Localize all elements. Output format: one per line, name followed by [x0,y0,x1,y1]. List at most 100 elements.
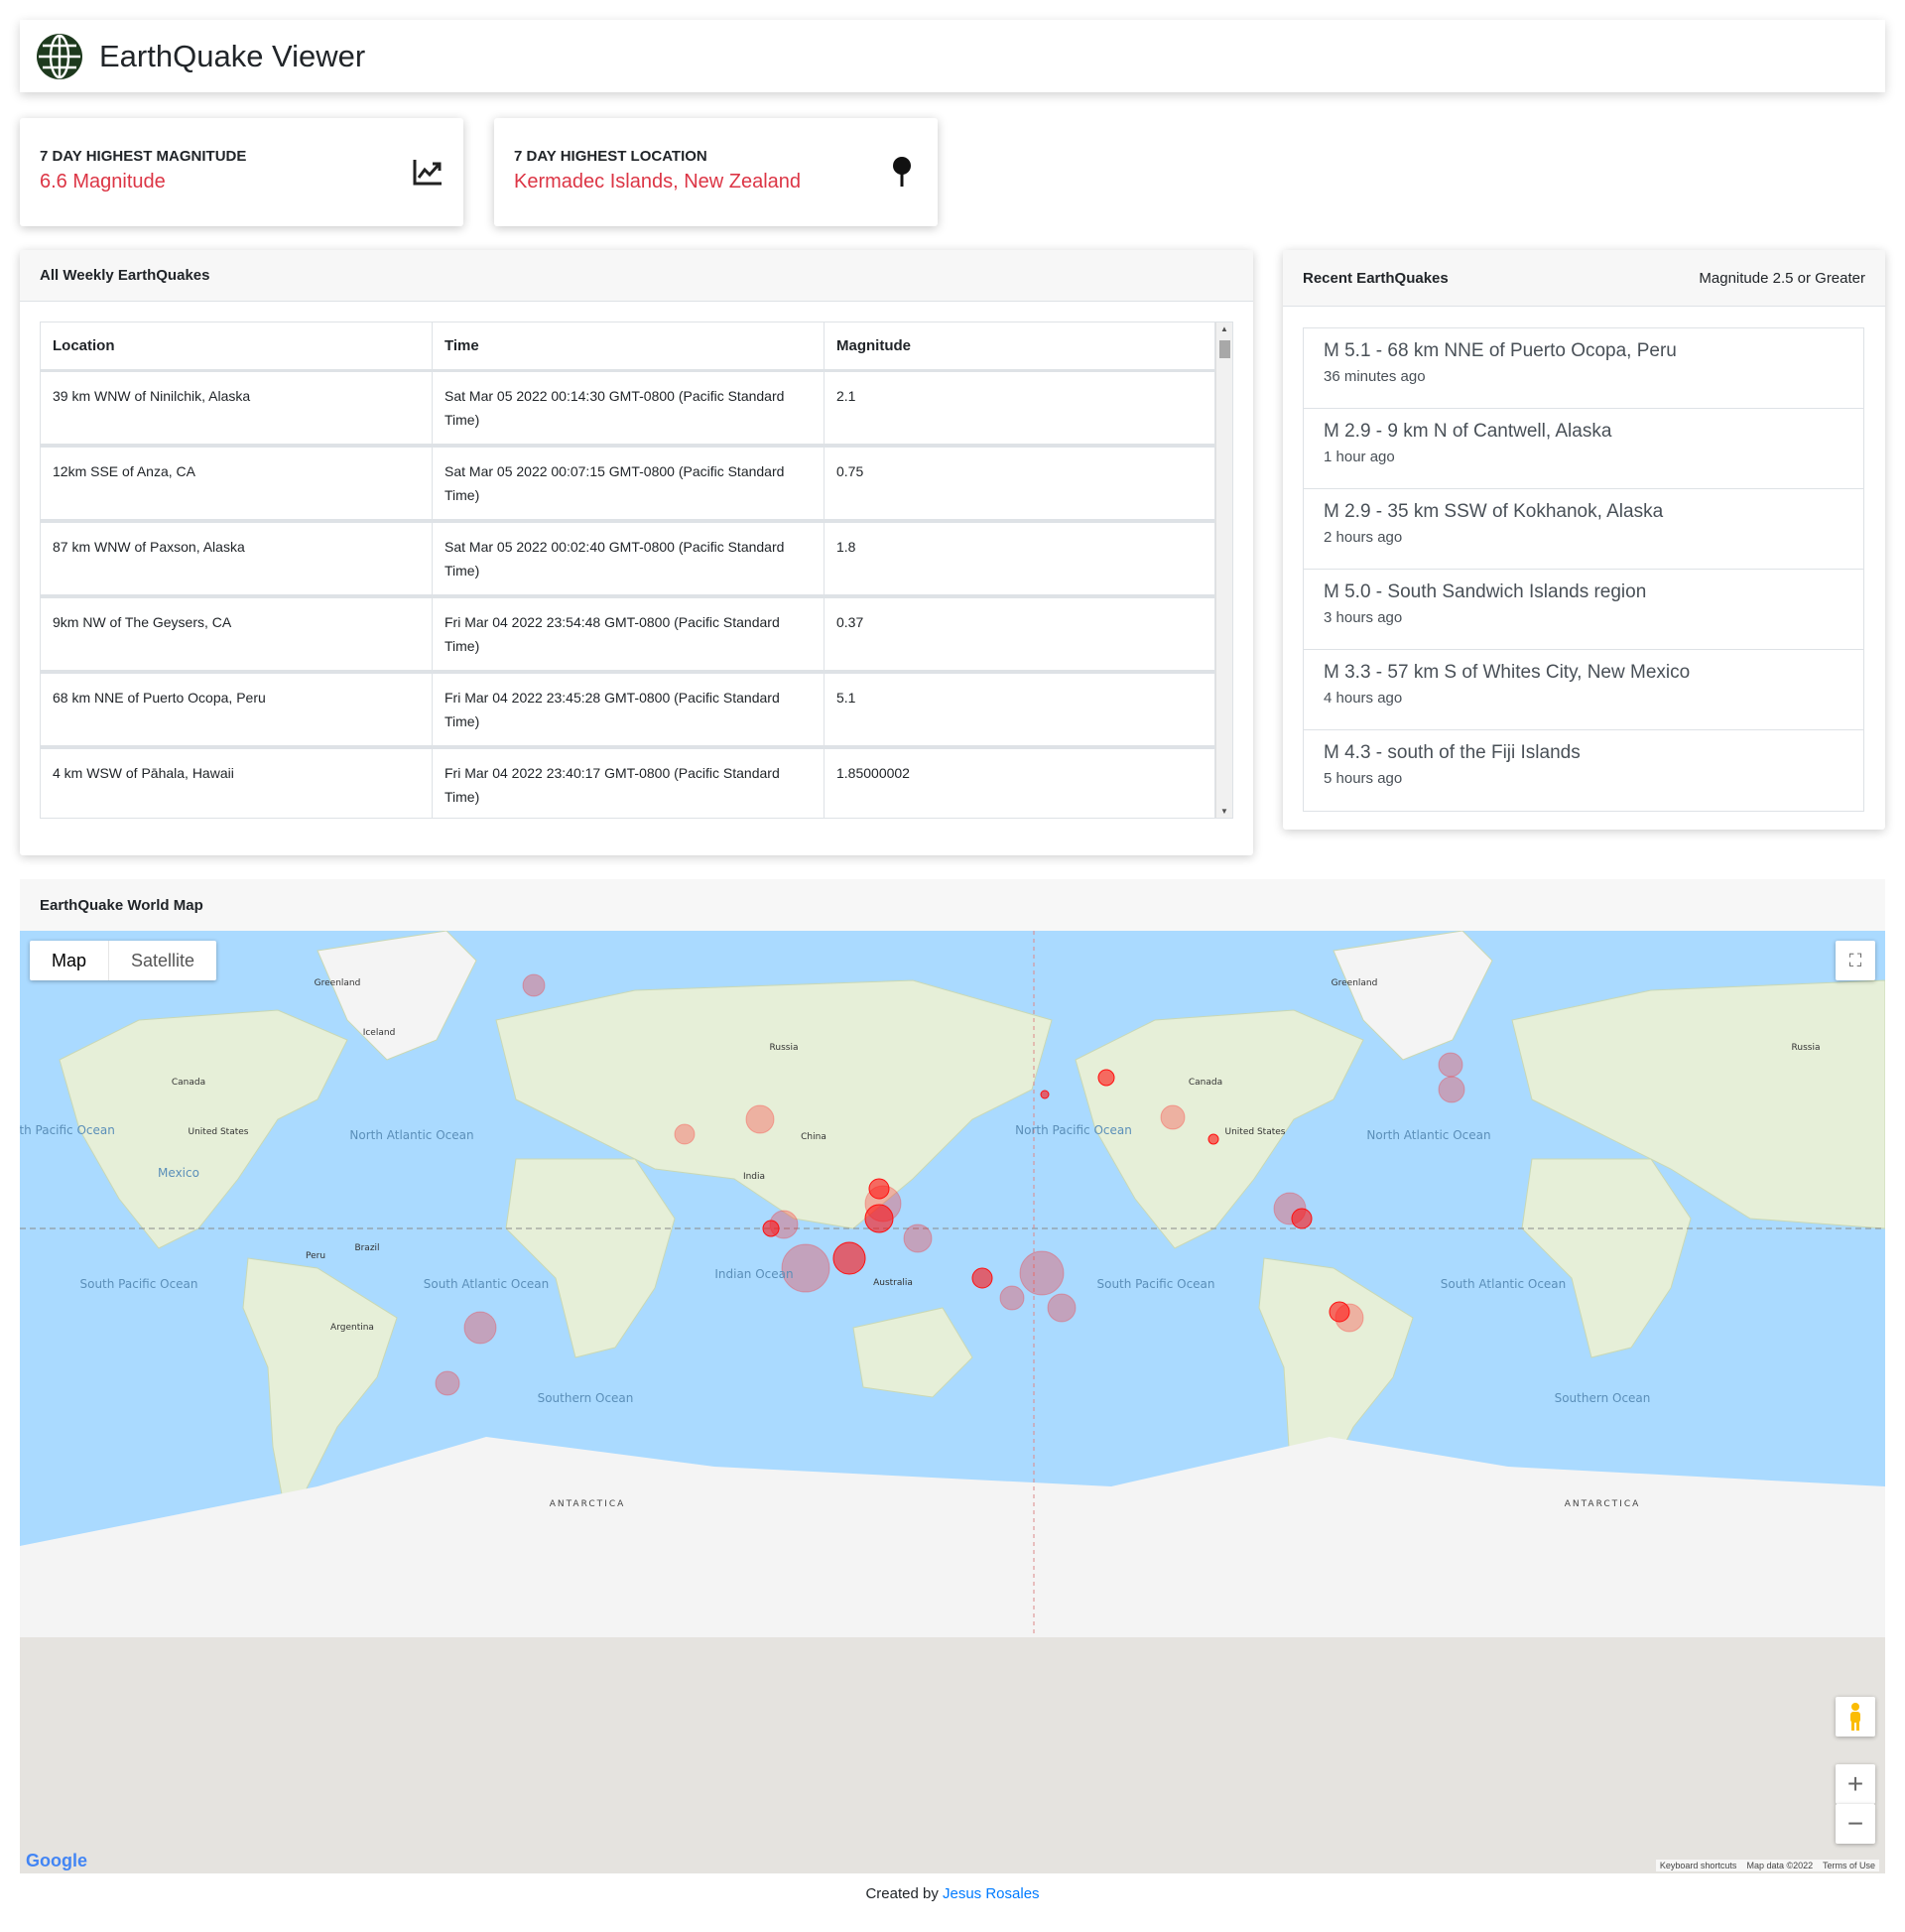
cell-time: Fri Mar 04 2022 23:40:17 GMT-0800 (Pacif… [433,749,825,818]
scroll-up-arrow-icon[interactable]: ▲ [1220,324,1228,333]
land-africa [1521,1158,1692,1358]
author-link[interactable]: Jesus Rosales [943,1885,1040,1902]
list-item[interactable]: M 2.9 - 35 km SSW of Kokhanok, Alaska 2 … [1304,489,1863,570]
card-title: All Weekly EarthQuakes [40,267,210,284]
pegman-figure [1850,1703,1860,1731]
quake-marker [1097,1069,1115,1087]
cell-magnitude: 0.75 [825,448,1215,523]
card-header: Recent EarthQuakes Magnitude 2.5 or Grea… [1283,250,1885,307]
pegman-icon[interactable] [1836,1697,1875,1737]
footer: Created by Jesus Rosales [0,1885,1905,1902]
stat-card-location: 7 DAY HIGHEST LOCATION Kermadec Islands,… [494,118,938,226]
quake-title: M 5.0 - South Sandwich Islands region [1324,581,1647,602]
world-map[interactable]: Greenland Iceland Canada United States Mexic… [20,931,1885,1873]
list-item[interactable]: M 4.3 - south of the Fiji Islands 5 hour… [1304,730,1863,811]
map-type-control: Map Satellite [30,941,217,980]
fullscreen-icon[interactable]: ⛶ [1836,941,1875,980]
map-label-io: Indian Ocean [714,1267,793,1281]
land-australia [852,1307,973,1398]
cell-magnitude: 5.1 [825,674,1215,749]
map-label-spo: South Pacific Ocean [79,1277,197,1291]
weekly-table-scroll[interactable]: Location Time Magnitude 39 km WNW of Nin… [40,322,1233,819]
map-label-sao: South Atlantic Ocean [1441,1277,1567,1291]
scroll-down-arrow-icon[interactable]: ▼ [1220,807,1228,816]
map-type-satellite-button[interactable]: Satellite [109,941,216,980]
recent-quakes-list: M 5.1 - 68 km NNE of Puerto Ocopa, Peru … [1303,327,1864,812]
quake-title: M 4.3 - south of the Fiji Islands [1324,742,1581,763]
cell-location: 87 km WNW of Paxson, Alaska [41,523,433,598]
cell-location: 4 km WSW of Pāhala, Hawaii [41,749,433,818]
stat-label: 7 DAY HIGHEST LOCATION [514,148,707,165]
weekly-quakes-card: All Weekly EarthQuakes Location Time Mag… [20,250,1253,855]
table-header-row: Location Time Magnitude [41,322,1215,372]
list-item[interactable]: M 3.3 - 57 km S of Whites City, New Mexi… [1304,650,1863,730]
list-item[interactable]: M 5.1 - 68 km NNE of Puerto Ocopa, Peru … [1304,328,1863,409]
map-label-mexico: Mexico [158,1166,199,1180]
map-label-antarctica: ANTARCTICA [1565,1499,1641,1509]
table-row: 39 km WNW of Ninilchik, Alaska Sat Mar 0… [41,372,1215,448]
scrollbar-thumb[interactable] [1219,340,1230,358]
map-label-russia: Russia [770,1043,799,1053]
quake-marker [864,1204,894,1233]
quake-marker [1438,1076,1465,1103]
map-pin-icon [893,157,911,187]
stat-value: Kermadec Islands, New Zealand [514,171,802,193]
land-africa [505,1158,676,1358]
map-label-npo: North Pacific Ocean [1015,1123,1132,1137]
zoom-in-icon[interactable]: + [1836,1764,1875,1804]
quake-marker [971,1267,993,1289]
table-scrollbar[interactable]: ▲ ▼ [1215,322,1232,818]
cell-magnitude: 0.37 [825,598,1215,674]
recent-quakes-card: Recent EarthQuakes Magnitude 2.5 or Grea… [1283,250,1885,830]
card-header: All Weekly EarthQuakes [20,250,1253,302]
quake-time-ago: 36 minutes ago [1324,368,1426,385]
table-row: 4 km WSW of Pāhala, Hawaii Fri Mar 04 20… [41,749,1215,818]
table-row: 87 km WNW of Paxson, Alaska Sat Mar 05 2… [41,523,1215,598]
weekly-table: Location Time Magnitude 39 km WNW of Nin… [41,322,1215,818]
list-item[interactable]: M 2.9 - 9 km N of Cantwell, Alaska 1 hou… [1304,409,1863,489]
quake-marker [832,1241,866,1275]
quake-marker [1040,1090,1050,1099]
map-label-nao: North Atlantic Ocean [349,1128,473,1142]
quake-title: M 2.9 - 35 km SSW of Kokhanok, Alaska [1324,501,1664,522]
list-item[interactable]: M 5.0 - South Sandwich Islands region 3 … [1304,570,1863,650]
zoom-out-icon[interactable]: − [1836,1804,1875,1844]
cell-location: 39 km WNW of Ninilchik, Alaska [41,372,433,448]
quake-time-ago: 5 hours ago [1324,770,1403,787]
keyboard-shortcuts-link[interactable]: Keyboard shortcuts [1660,1861,1737,1870]
map-data-text: Map data ©2022 [1746,1861,1814,1870]
map-label-argentina: Argentina [330,1323,374,1333]
quake-marker [1438,1052,1463,1078]
quake-marker [522,973,546,997]
cell-time: Fri Mar 04 2022 23:54:48 GMT-0800 (Pacif… [433,598,825,674]
column-header-magnitude[interactable]: Magnitude [825,322,1215,372]
chart-line-icon [413,160,442,186]
map-label-us: United States [189,1127,249,1137]
table-row: 12km SSE of Anza, CA Sat Mar 05 2022 00:… [41,448,1215,523]
quake-marker [463,1311,497,1345]
map-bottom-strip [20,1637,1885,1873]
quake-marker [1291,1208,1313,1229]
map-label-nao: North Atlantic Ocean [1366,1128,1490,1142]
card-title: Recent EarthQuakes [1303,269,1449,287]
map-label-antarctica: ANTARCTICA [550,1499,626,1509]
map-canvas[interactable]: Greenland Iceland Canada United States Mexic… [20,931,1885,1873]
quake-marker [999,1285,1025,1311]
stat-label: 7 DAY HIGHEST MAGNITUDE [40,148,247,165]
quake-marker [745,1104,775,1134]
map-label-sao: South Atlantic Ocean [424,1277,550,1291]
quake-title: M 2.9 - 9 km N of Cantwell, Alaska [1324,421,1612,442]
map-label-us: United States [1225,1127,1286,1137]
map-type-map-button[interactable]: Map [30,941,110,980]
terms-link[interactable]: Terms of Use [1823,1861,1875,1870]
cell-location: 68 km NNE of Puerto Ocopa, Peru [41,674,433,749]
column-header-time[interactable]: Time [433,322,825,372]
quake-time-ago: 2 hours ago [1324,529,1403,546]
quake-marker [1160,1104,1186,1130]
column-header-location[interactable]: Location [41,322,433,372]
card-title: EarthQuake World Map [40,896,203,914]
map-label-greenland: Greenland [1332,978,1378,988]
cell-location: 12km SSE of Anza, CA [41,448,433,523]
globe-icon [37,33,82,79]
cell-location: 9km NW of The Geysers, CA [41,598,433,674]
